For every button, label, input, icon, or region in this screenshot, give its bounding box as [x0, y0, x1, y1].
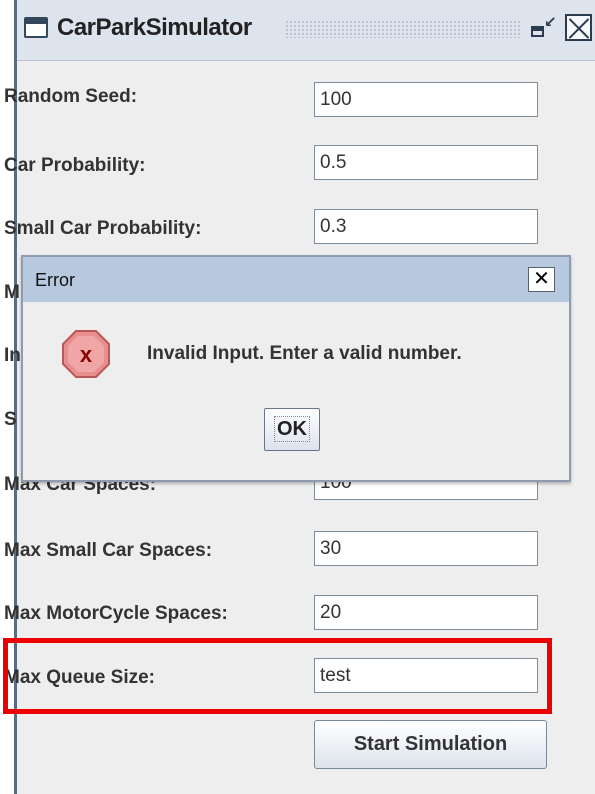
max-queue-size-label: Max Queue Size: [4, 667, 155, 688]
start-simulation-button[interactable]: Start Simulation [314, 720, 547, 769]
max-small-car-spaces-label: Max Small Car Spaces: [4, 540, 213, 561]
window-title: CarParkSimulator [57, 14, 252, 41]
interval-label: In [4, 345, 21, 366]
ok-label: OK [274, 416, 310, 442]
steps-label: S [4, 409, 17, 430]
svg-text:x: x [80, 342, 93, 367]
random-seed-input[interactable] [314, 82, 538, 117]
car-probability-input[interactable] [314, 145, 538, 180]
error-dialog: Error ✕ x Invalid Input. Enter a valid n… [21, 255, 571, 482]
ok-button[interactable]: OK [264, 408, 320, 451]
minimize-icon[interactable]: ↙ [529, 14, 557, 41]
error-icon: x [62, 330, 110, 378]
small-car-probability-input[interactable] [314, 209, 538, 244]
window-icon [24, 17, 48, 38]
max-motorcycle-spaces-label: Max MotorCycle Spaces: [4, 603, 228, 624]
max-small-car-spaces-input[interactable] [314, 531, 538, 566]
drag-grip[interactable] [285, 20, 521, 38]
close-icon[interactable] [565, 14, 592, 41]
dialog-close-icon[interactable]: ✕ [528, 267, 555, 292]
dialog-title: Error [35, 270, 75, 290]
max-queue-size-input[interactable] [314, 658, 538, 693]
small-car-probability-label: Small Car Probability: [4, 218, 202, 239]
max-motorcycle-spaces-input[interactable] [314, 595, 538, 630]
random-seed-label: Random Seed: [4, 86, 138, 107]
motorcycle-probability-label: M [4, 282, 20, 303]
title-bar[interactable]: CarParkSimulator ↙ [17, 0, 595, 61]
car-probability-label: Car Probability: [4, 155, 146, 176]
error-message: Invalid Input. Enter a valid number. [147, 343, 462, 364]
dialog-title-bar[interactable]: Error ✕ [23, 257, 569, 302]
